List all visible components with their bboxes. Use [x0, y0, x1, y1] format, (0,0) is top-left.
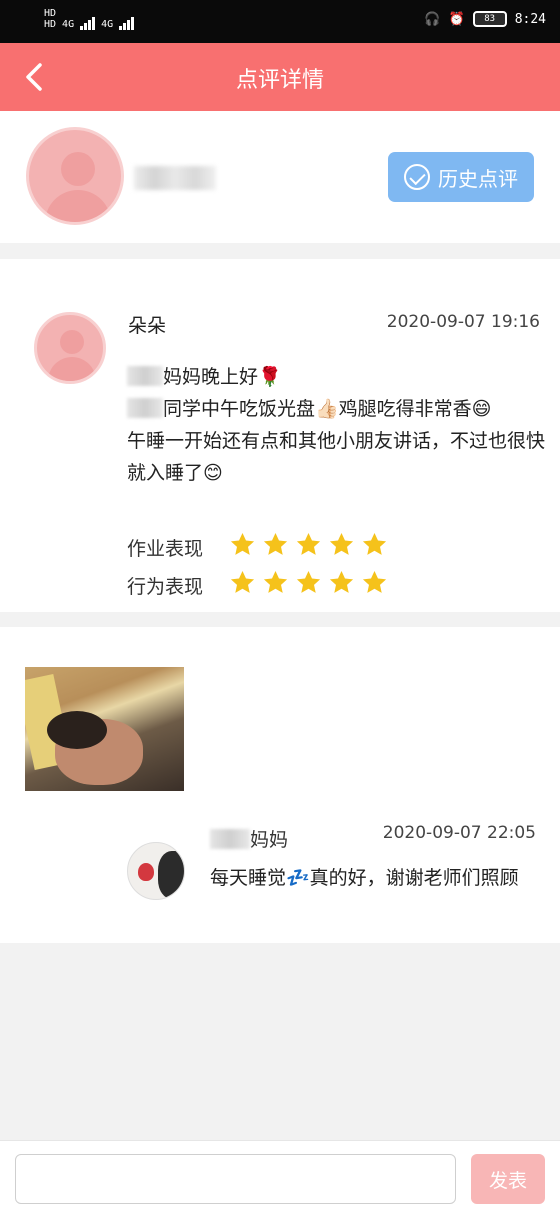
- photo-reply-card: 妈妈 2020-09-07 22:05 每天睡觉💤真的好，谢谢老师们照顾: [0, 627, 560, 943]
- rating-stars: [229, 569, 394, 601]
- reply-input[interactable]: [15, 1154, 456, 1204]
- check-circle-icon: [404, 164, 430, 190]
- signal-icon-2: [119, 14, 135, 30]
- battery-icon: 83: [472, 11, 507, 27]
- star-icon: [296, 571, 321, 593]
- avatar-body: [45, 190, 111, 222]
- avatar-head: [60, 330, 84, 354]
- reply-composer: 发表: [0, 1140, 560, 1212]
- page-title: 点评详情: [235, 68, 324, 93]
- avatar-head: [61, 152, 95, 186]
- signal-icon: [80, 14, 96, 30]
- child-sleeping-photo[interactable]: [25, 667, 184, 791]
- comment-timestamp: 2020-09-07 19:16: [386, 312, 540, 332]
- comment-line-2-text: 同学中午吃饭光盘👍🏻鸡腿吃得非常香😄: [163, 398, 492, 420]
- redacted-name: [210, 829, 250, 849]
- comment-line-1-text: 妈妈晚上好🌹: [163, 366, 282, 388]
- rating-row-behavior: 行为表现: [127, 569, 394, 601]
- strawberry-icon: [138, 863, 154, 881]
- rating-label: 作业表现: [127, 537, 204, 560]
- network-type-1: 4G: [62, 19, 75, 30]
- photo-hair: [47, 711, 107, 749]
- star-icon: [263, 533, 288, 555]
- star-icon: [230, 533, 255, 555]
- teacher-avatar: [34, 312, 106, 384]
- network-type-2: 4G: [101, 19, 114, 30]
- star-icon: [263, 571, 288, 593]
- star-icon: [362, 571, 387, 593]
- avatar-body: [48, 357, 96, 381]
- star-icon: [329, 571, 354, 593]
- redacted-name: [127, 398, 163, 418]
- rating-row-homework: 作业表现: [127, 531, 394, 563]
- parent-avatar: [127, 842, 185, 900]
- reply-timestamp: 2020-09-07 22:05: [382, 823, 536, 843]
- teacher-name: 朵朵: [128, 315, 167, 337]
- hd-label-2: HD: [44, 19, 57, 30]
- comment-line-3: 午睡一开始还有点和其他小朋友讲话，不过也很快就入睡了😊: [127, 430, 546, 484]
- status-system-indicators: 🎧 ⏰ 83 8:24: [424, 11, 546, 27]
- history-button-label: 历史点评: [438, 166, 518, 191]
- nav-bar: 点评详情: [0, 43, 560, 111]
- parent-name: 妈妈: [210, 825, 288, 852]
- star-icon: [362, 533, 387, 555]
- comment-line-2: 同学中午吃饭光盘👍🏻鸡腿吃得非常香😄: [127, 393, 547, 425]
- star-icon: [230, 571, 255, 593]
- status-bar: HD HD 4G 4G 🎧 ⏰ 83 8:24: [0, 0, 560, 43]
- star-icon: [296, 533, 321, 555]
- avatar-hair: [158, 851, 184, 899]
- hd-label-1: HD: [44, 8, 57, 19]
- student-avatar: [26, 127, 124, 225]
- rating-stars: [229, 531, 394, 563]
- teacher-comment-card: 朵朵 2020-09-07 19:16 妈妈晚上好🌹 同学中午吃饭光盘👍🏻鸡腿吃…: [0, 259, 560, 612]
- comment-text: 妈妈晚上好🌹 同学中午吃饭光盘👍🏻鸡腿吃得非常香😄 午睡一开始还有点和其他小朋友…: [127, 361, 547, 489]
- student-name-redacted: [134, 166, 216, 190]
- status-time: 8:24: [514, 11, 546, 27]
- star-icon: [329, 533, 354, 555]
- status-network-indicators: HD HD 4G 4G: [44, 8, 135, 30]
- parent-name-text: 妈妈: [250, 829, 289, 851]
- reply-text: 每天睡觉💤真的好，谢谢老师们照顾: [210, 867, 519, 889]
- send-button[interactable]: 发表: [471, 1154, 545, 1204]
- comment-line-1: 妈妈晚上好🌹: [127, 361, 547, 393]
- alarm-icon: ⏰: [448, 11, 465, 27]
- redacted-name: [127, 366, 163, 386]
- rating-label: 行为表现: [127, 575, 204, 598]
- history-comments-button[interactable]: 历史点评: [388, 152, 534, 202]
- hd-labels: HD HD: [44, 8, 56, 30]
- headset-icon: 🎧: [424, 11, 441, 27]
